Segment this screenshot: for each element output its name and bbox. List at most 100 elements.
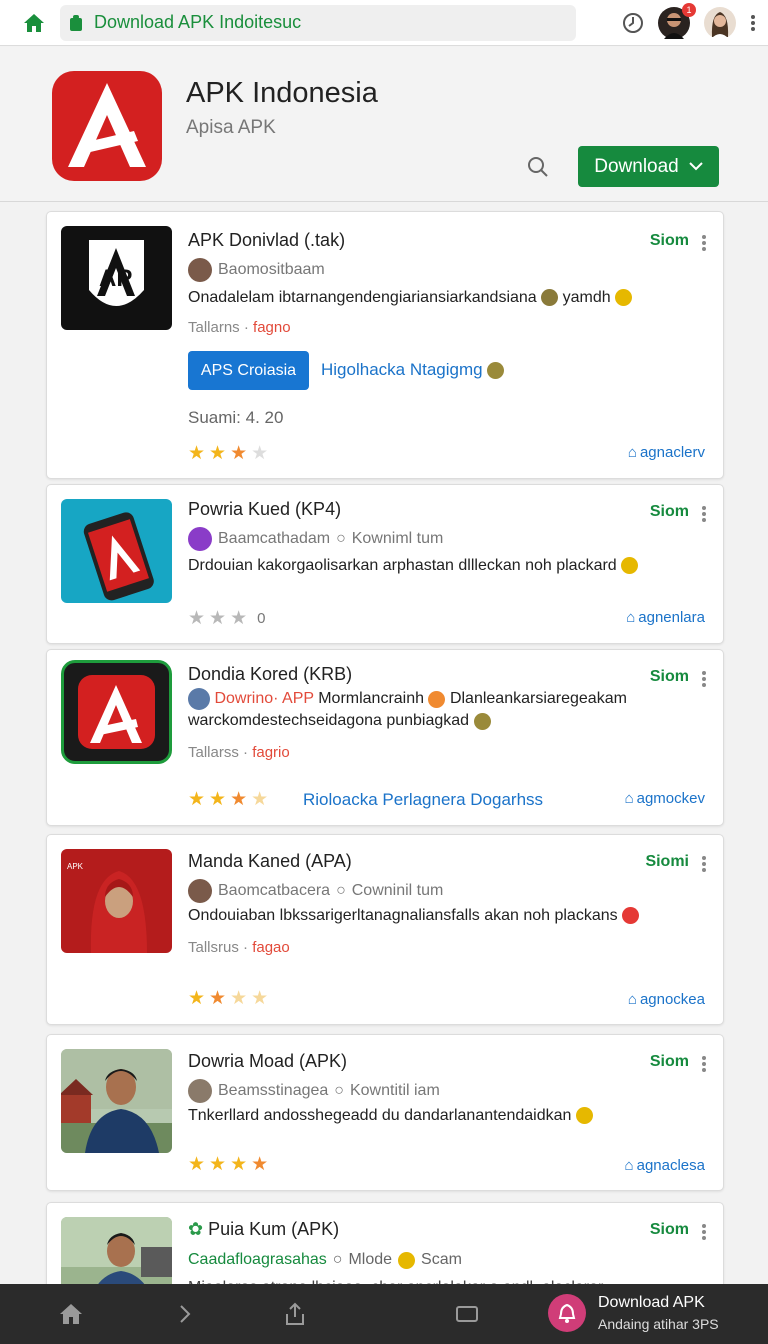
rating-stars: ★ ★ ★ 0 bbox=[188, 607, 265, 631]
tag-label: fagno bbox=[253, 319, 291, 336]
comment-text: Kowntitil iam bbox=[349, 1082, 440, 1099]
category-button[interactable]: APS Croiasia bbox=[188, 351, 309, 390]
app-name[interactable]: Manda Kaned (APA) bbox=[188, 851, 352, 872]
more-icon[interactable] bbox=[701, 505, 707, 522]
comment-icon: ○ bbox=[336, 882, 346, 899]
author-row: Beamsstinagea ○ Kowntitil iam bbox=[188, 1079, 440, 1103]
comment-icon: ○ bbox=[336, 530, 346, 547]
author-name: Mormlancrainh bbox=[318, 690, 425, 708]
author-row: Baomositbaam bbox=[188, 258, 325, 282]
app-name[interactable]: Dowria Moad (APK) bbox=[188, 1051, 347, 1072]
star-icon: ★ bbox=[251, 789, 269, 810]
related-link[interactable]: Higolhacka Ntagigmg bbox=[321, 360, 505, 380]
more-icon[interactable] bbox=[701, 234, 707, 251]
author-name: Beamsstinagea bbox=[218, 1082, 329, 1099]
forward-icon[interactable] bbox=[170, 1299, 200, 1329]
description-tail: yamdh bbox=[562, 289, 611, 306]
address-bar[interactable]: Download APK Indoitesuc bbox=[60, 4, 576, 41]
list-item[interactable]: Dowria Moad (APK) Siom Beamsstinagea ○ K… bbox=[46, 1034, 724, 1191]
description-text: Tnkerllard andosshegeadd du dandarlanant… bbox=[188, 1107, 572, 1124]
app-description: Tnkerllard andosshegeadd du dandarlanant… bbox=[188, 1105, 688, 1127]
card-link[interactable]: ⌂ agmockev bbox=[625, 790, 705, 807]
link-icon: ⌂ bbox=[624, 790, 634, 807]
app-name: Puia Kum (APK) bbox=[208, 1219, 340, 1239]
star-icon: ★ bbox=[188, 789, 206, 810]
rating-stars: ★ ★ ★ ★ bbox=[188, 987, 268, 1010]
more-icon[interactable] bbox=[701, 670, 707, 687]
comment-text: Kowniml tum bbox=[351, 530, 444, 547]
link-text: agnockea bbox=[639, 991, 705, 1008]
rating-stars: ★ ★ ★ ★ bbox=[188, 788, 268, 811]
more-icon[interactable] bbox=[701, 855, 707, 872]
card-link[interactable]: ⌂ agnaclesa bbox=[625, 1157, 705, 1174]
star-icon: ★ bbox=[188, 443, 206, 464]
status-label: Siom bbox=[649, 232, 689, 249]
list-item[interactable]: AP APK Donivlad (.tak) Siom Baomositbaam… bbox=[46, 211, 724, 479]
list-item[interactable]: APK Manda Kaned (APA) Siomi Baomcatbacer… bbox=[46, 834, 724, 1025]
star-icon: ★ bbox=[230, 608, 248, 629]
app-name[interactable]: Dondia Kored (KRB) bbox=[188, 664, 352, 685]
home-icon[interactable] bbox=[12, 1, 56, 45]
notification-badge: 1 bbox=[682, 2, 696, 17]
leaf-icon: ✿ bbox=[188, 1219, 204, 1239]
download-status[interactable]: Download APK Andaing atihar 3PS bbox=[548, 1294, 719, 1332]
star-icon: ★ bbox=[209, 789, 227, 810]
star-icon: ★ bbox=[251, 1154, 269, 1175]
avatar bbox=[188, 879, 212, 903]
list-item[interactable]: Dondia Kored (KRB) Siom Dowrino· APP Mor… bbox=[46, 649, 724, 826]
app-thumbnail bbox=[61, 1049, 172, 1153]
tabs-icon[interactable] bbox=[452, 1299, 482, 1329]
download-button[interactable]: Download bbox=[578, 146, 719, 187]
emoji-icon bbox=[428, 690, 446, 708]
description-line-2: warckomdestechseidagona punbiagkad bbox=[188, 712, 470, 730]
app-description: Drdouian kakorgaolisarkan arphastan dlll… bbox=[188, 555, 688, 577]
more-icon[interactable] bbox=[701, 1055, 707, 1072]
tag-label: fagrio bbox=[252, 744, 290, 761]
status-label: Siom bbox=[649, 1053, 689, 1070]
app-name[interactable]: Powria Kued (KP4) bbox=[188, 499, 341, 520]
account-avatar[interactable] bbox=[704, 6, 736, 39]
author-name: Baomositbaam bbox=[218, 261, 325, 278]
rating-stars: ★ ★ ★ ★ bbox=[188, 1153, 268, 1176]
link-text: agnaclesa bbox=[636, 1157, 705, 1174]
card-link[interactable]: ⌂ agnaclerv bbox=[628, 444, 705, 461]
app-description: Onadalelam ibtarnangendengiariansiarkand… bbox=[188, 287, 688, 309]
more-icon[interactable] bbox=[701, 1223, 707, 1240]
profile-avatar[interactable]: 1 bbox=[658, 2, 696, 39]
link-text: agmockev bbox=[636, 790, 705, 807]
card-link[interactable]: ⌂ agnenlara bbox=[626, 609, 705, 626]
lock-icon bbox=[70, 14, 82, 31]
chevron-down-icon bbox=[689, 162, 703, 171]
star-icon: ★ bbox=[230, 789, 248, 810]
score-text: Suami: 4. 20 bbox=[188, 408, 284, 427]
home-icon[interactable] bbox=[56, 1299, 86, 1329]
emoji-icon bbox=[575, 1107, 593, 1125]
download-status-subtitle: Andaing atihar 3PS bbox=[598, 1316, 719, 1332]
list-item[interactable]: Powria Kued (KP4) Siom Baamcathadam ○ Ko… bbox=[46, 484, 724, 644]
card-link[interactable]: ⌂ agnockea bbox=[628, 991, 705, 1008]
star-icon: ★ bbox=[209, 1154, 227, 1175]
avatar bbox=[188, 688, 210, 710]
rating-stars: ★ ★ ★ ★ bbox=[188, 442, 268, 465]
app-name[interactable]: APK Donivlad (.tak) bbox=[188, 230, 345, 251]
author-row: Caadafloagrasahas ○ Mlode Scam bbox=[188, 1251, 462, 1269]
app-thumbnail bbox=[61, 499, 172, 603]
share-icon[interactable] bbox=[280, 1299, 310, 1329]
download-bell-icon bbox=[548, 1294, 586, 1332]
overflow-menu-icon[interactable] bbox=[750, 13, 756, 33]
app-title: APK Indonesia bbox=[186, 77, 378, 109]
app-name-row[interactable]: ✿ Puia Kum (APK) bbox=[188, 1219, 339, 1240]
url-text: Download APK Indoitesuc bbox=[94, 12, 302, 32]
emoji-icon bbox=[622, 907, 640, 925]
history-icon[interactable] bbox=[622, 12, 644, 34]
search-icon[interactable] bbox=[524, 153, 552, 181]
tag-row: Tallarss · fagrio bbox=[188, 744, 290, 761]
status-label: Siom bbox=[649, 1221, 689, 1238]
download-button-label: Download bbox=[594, 155, 679, 177]
related-link[interactable]: Rioloacka Perlagnera Dogarhss bbox=[303, 790, 543, 810]
star-icon: ★ bbox=[209, 608, 227, 629]
link-icon: ⌂ bbox=[627, 444, 637, 461]
svg-text:APK: APK bbox=[67, 862, 84, 871]
author-highlight: Dowrino· APP bbox=[214, 690, 314, 708]
app-description: Ondouiaban lbkssarigerltanagnaliansfalls… bbox=[188, 905, 688, 927]
